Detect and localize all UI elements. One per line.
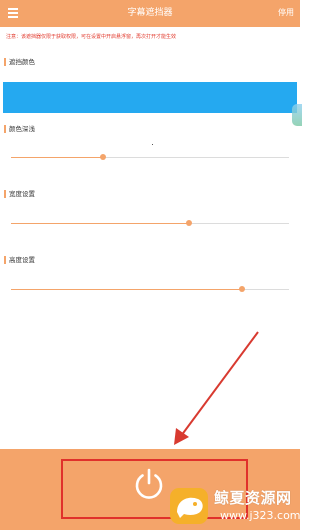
power-icon[interactable] [131,466,167,502]
watermark: 鲸夏资源网 www.j323.com [168,485,301,527]
watermark-url: www.j323.com [220,509,301,522]
watermark-logo [170,488,208,524]
watermark-name: 鲸夏资源网 [214,489,292,507]
